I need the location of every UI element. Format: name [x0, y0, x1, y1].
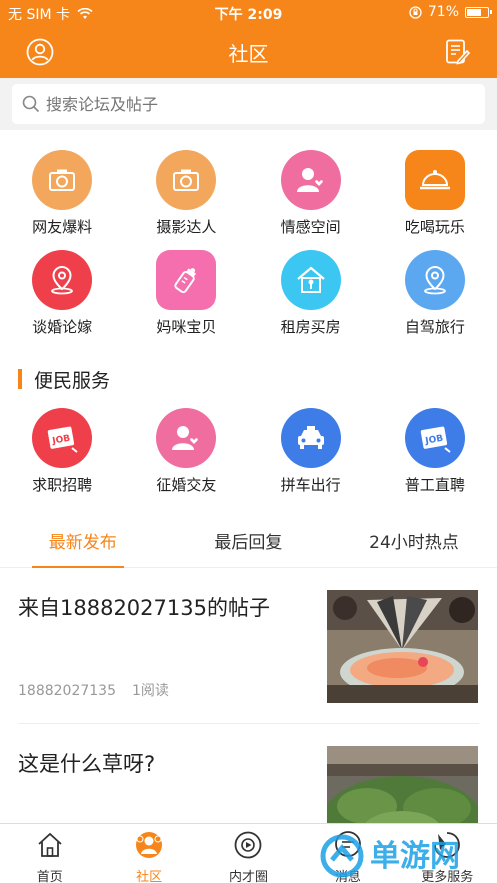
tab-label: 24小时热点: [369, 533, 459, 553]
location-pin-icon: [32, 250, 93, 310]
search-area: [0, 78, 497, 130]
watermark-logo-icon: 单游网: [320, 834, 460, 878]
tabbar-label: 社区: [136, 870, 163, 883]
search-icon: [22, 95, 40, 113]
tab-last-reply[interactable]: 最后回复: [166, 518, 332, 567]
category-label: 租房买房: [280, 318, 341, 336]
category-label: 谈婚论嫁: [32, 318, 93, 336]
compose-post-icon[interactable]: [443, 38, 471, 66]
battery-icon: [465, 6, 492, 18]
post-divider: [18, 723, 479, 724]
post-item[interactable]: 这是什么草呀?: [0, 726, 497, 823]
location-pin-icon: [404, 250, 465, 310]
tab-24h-hot[interactable]: 24小时热点: [331, 518, 497, 567]
main-content: 网友爆料 摄影达人 情感空间 吃喝玩乐 谈婚论嫁 妈咪宝贝 租房买房 自驾旅行 …: [0, 130, 497, 823]
service-item[interactable]: 拼车出行: [249, 408, 373, 495]
post-item[interactable]: 来自18882027135的帖子 18882027135 1阅读: [0, 570, 497, 720]
category-item[interactable]: 自驾旅行: [373, 250, 497, 337]
page-title: 社区: [228, 42, 269, 66]
category-item[interactable]: 情感空间: [249, 150, 373, 237]
post-title: 来自18882027135的帖子: [18, 596, 270, 620]
circle-icon: [235, 831, 262, 859]
watermark-text: 单游网: [370, 839, 460, 874]
category-label: 妈咪宝贝: [156, 318, 217, 336]
category-row-1: 网友爆料 摄影达人 情感空间 吃喝玩乐: [0, 150, 497, 237]
tabbar-label: 首页: [36, 870, 63, 883]
job-icon: JOB: [404, 408, 465, 468]
post-reads: 1阅读: [131, 683, 169, 699]
post-thumbnail[interactable]: [327, 590, 478, 703]
baby-bottle-icon: [156, 250, 217, 310]
service-label: 求职招聘: [32, 476, 93, 494]
food-cloche-icon: [404, 150, 465, 210]
camera-icon: [32, 150, 93, 210]
service-item[interactable]: 征婚交友: [124, 408, 248, 495]
category-item[interactable]: 网友爆料: [0, 150, 124, 237]
post-meta: 18882027135 1阅读: [18, 680, 169, 700]
tabbar-item-community[interactable]: 社区: [99, 824, 198, 883]
tab-latest[interactable]: 最新发布: [0, 518, 166, 568]
search-input[interactable]: [46, 94, 446, 114]
tabbar-label: 内才圈: [228, 870, 268, 883]
home-icon: [38, 832, 62, 857]
category-item[interactable]: 租房买房: [249, 250, 373, 337]
service-item[interactable]: JOB 普工直聘: [373, 408, 497, 495]
category-item[interactable]: 妈咪宝贝: [124, 250, 248, 337]
services-section-title: 便民服务: [18, 368, 111, 392]
house-key-icon: [280, 250, 341, 310]
service-label: 征婚交友: [156, 476, 217, 494]
tab-label: 最新发布: [48, 533, 117, 553]
watermark: 单游网: [318, 832, 488, 880]
header-bar: 社区: [0, 26, 497, 78]
heart-person-icon: [156, 408, 217, 468]
tab-label: 最后回复: [214, 533, 283, 553]
category-item[interactable]: 吃喝玩乐: [373, 150, 497, 237]
category-item[interactable]: 摄影达人: [124, 150, 248, 237]
active-tab-underline: [32, 566, 124, 568]
community-icon: [136, 832, 163, 858]
job-icon: JOB: [32, 408, 93, 468]
post-title: 这是什么草呀?: [18, 752, 156, 776]
tabbar-item-circle[interactable]: 内才圈: [199, 824, 298, 883]
battery-percent: 71%: [427, 4, 459, 20]
orientation-lock-icon: [409, 5, 422, 19]
taxi-icon: [280, 408, 341, 468]
section-title-text: 便民服务: [34, 369, 111, 392]
services-row: JOB 求职招聘 征婚交友 拼车出行 JOB 普工直聘: [0, 408, 497, 495]
category-label: 网友爆料: [32, 218, 93, 236]
search-box[interactable]: [12, 84, 485, 124]
category-label: 自驾旅行: [404, 318, 465, 336]
service-label: 普工直聘: [404, 476, 465, 494]
category-label: 情感空间: [280, 218, 341, 236]
category-label: 摄影达人: [156, 218, 217, 236]
category-row-2: 谈婚论嫁 妈咪宝贝 租房买房 自驾旅行: [0, 250, 497, 337]
category-item[interactable]: 谈婚论嫁: [0, 250, 124, 337]
post-author: 18882027135: [18, 683, 116, 699]
heart-person-icon: [280, 150, 341, 210]
status-bar: 无 SIM 卡 下午 2:09 71%: [0, 0, 497, 26]
status-right: 71%: [409, 4, 492, 20]
category-label: 吃喝玩乐: [404, 218, 465, 236]
section-accent-bar: [18, 369, 22, 389]
tabbar-item-home[interactable]: 首页: [0, 824, 99, 883]
post-tabs: 最新发布 最后回复 24小时热点: [0, 518, 497, 568]
camera-icon: [156, 150, 217, 210]
post-thumbnail[interactable]: [327, 746, 478, 823]
service-item[interactable]: JOB 求职招聘: [0, 408, 124, 495]
service-label: 拼车出行: [280, 476, 341, 494]
